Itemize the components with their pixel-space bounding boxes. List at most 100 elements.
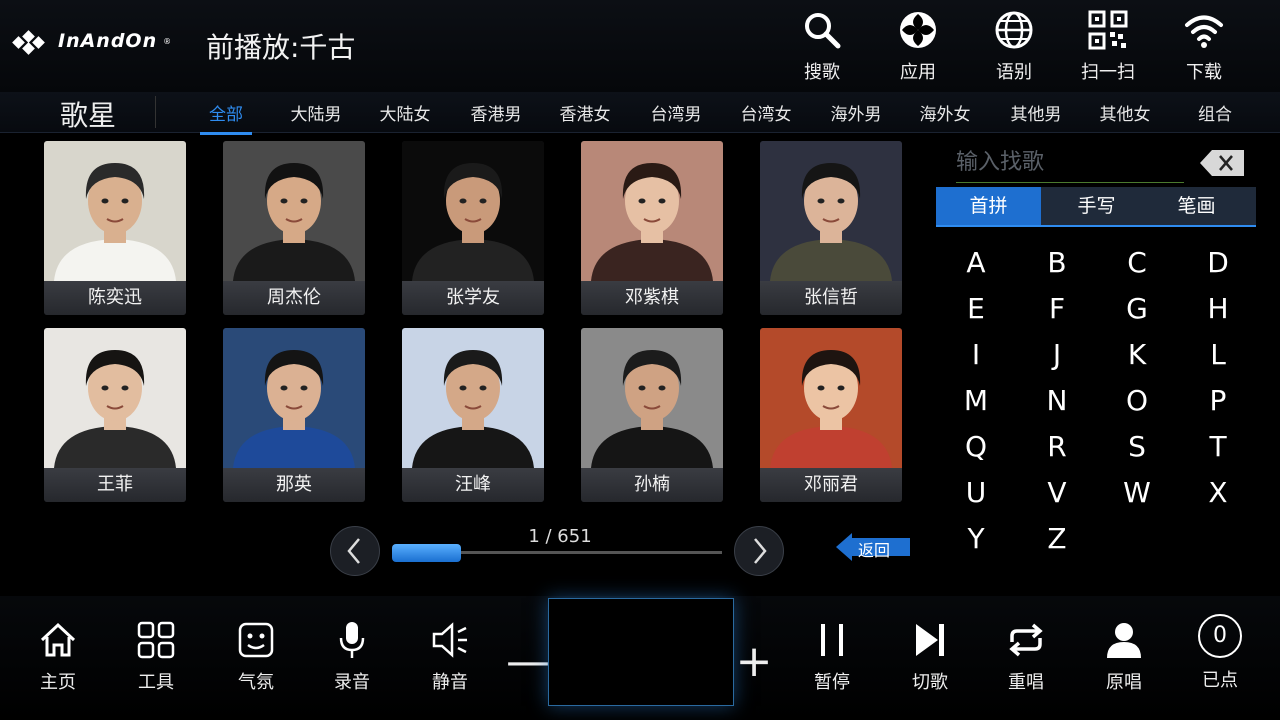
scan-label: 扫一扫 [1081,62,1135,83]
search-input[interactable] [956,146,1176,179]
next-song-button[interactable]: 切歌 [900,620,960,694]
tab-pinyin-initials[interactable]: 首拼 [936,187,1041,225]
original-vocal-button[interactable]: 原唱 [1094,620,1154,694]
letter-key[interactable]: K [1117,338,1157,371]
singer-card[interactable]: 邓丽君 [760,328,902,502]
singer-card[interactable]: 那英 [223,328,365,502]
home-button[interactable]: 主页 [28,620,88,694]
tab-handwriting[interactable]: 手写 [1044,187,1149,225]
singer-card[interactable]: 陈奕迅 [44,141,186,315]
pause-label: 暂停 [814,672,850,693]
download-button[interactable]: 下载 [1164,10,1244,84]
tab-other-male[interactable]: 其他男 [996,100,1076,125]
page-progress-thumb[interactable] [392,544,461,562]
letter-key[interactable]: T [1198,430,1238,463]
back-button[interactable]: 返回 [836,532,910,562]
tab-overseas-female[interactable]: 海外女 [905,100,985,125]
singer-card[interactable]: 孙楠 [581,328,723,502]
letter-key[interactable]: S [1117,430,1157,463]
tools-button[interactable]: 工具 [126,620,186,694]
letter-key[interactable]: A [956,246,996,279]
tab-strokes[interactable]: 笔画 [1144,187,1249,225]
singer-card[interactable]: 周杰伦 [223,141,365,315]
video-preview[interactable] [548,598,734,706]
letter-key[interactable]: H [1198,292,1238,325]
microphone-icon [339,622,365,658]
replay-button[interactable]: 重唱 [996,620,1056,694]
letter-key[interactable]: Y [956,522,996,555]
tab-mainland-female[interactable]: 大陆女 [365,100,445,125]
letter-key[interactable]: V [1037,476,1077,509]
singer-photo [581,328,723,468]
selected-songs-button[interactable]: 0 已点 [1190,614,1250,692]
selected-songs-label: 已点 [1202,670,1238,691]
singer-card[interactable]: 邓紫棋 [581,141,723,315]
scan-button[interactable]: 扫一扫 [1068,10,1148,84]
letter-key[interactable]: O [1117,384,1157,417]
record-label: 录音 [334,672,370,693]
singer-photo [44,141,186,281]
singer-name: 王菲 [44,468,186,502]
apps-button[interactable]: 应用 [878,10,958,84]
search-song-button[interactable]: 搜歌 [782,10,862,84]
letter-key[interactable]: W [1117,476,1157,509]
tab-taiwan-female[interactable]: 台湾女 [726,100,806,125]
backspace-icon [1200,150,1244,176]
next-track-icon [916,624,944,656]
singer-icon [1107,623,1141,658]
singer-name: 陈奕迅 [44,281,186,315]
letter-key[interactable]: J [1037,338,1077,371]
logo-mark-icon [12,30,52,55]
home-icon [40,622,76,657]
letter-key[interactable]: Q [956,430,996,463]
volume-up-button[interactable]: + [734,640,774,690]
next-page-button[interactable] [734,526,784,576]
qr-code-icon [1088,10,1128,50]
tab-overseas-male[interactable]: 海外男 [816,100,896,125]
wifi-icon [1185,15,1223,48]
replay-label: 重唱 [1008,672,1044,693]
letter-key[interactable]: L [1198,338,1238,371]
pause-button[interactable]: 暂停 [802,620,862,694]
letter-key[interactable]: I [956,338,996,371]
apps-label: 应用 [900,62,936,83]
globe-icon [995,11,1033,49]
volume-down-button[interactable]: — [506,640,550,690]
mute-button[interactable]: 静音 [420,620,480,694]
letter-key[interactable]: X [1198,476,1238,509]
singer-card[interactable]: 张信哲 [760,141,902,315]
tab-other-female[interactable]: 其他女 [1085,100,1165,125]
page-indicator: 1 / 651 [528,526,592,547]
letter-key[interactable]: C [1117,246,1157,279]
letter-key[interactable]: F [1037,292,1077,325]
letter-key[interactable]: B [1037,246,1077,279]
singer-card[interactable]: 汪峰 [402,328,544,502]
letter-key[interactable]: U [956,476,996,509]
tab-taiwan-male[interactable]: 台湾男 [636,100,716,125]
mute-icon [432,622,467,658]
singer-photo [223,328,365,468]
record-button[interactable]: 录音 [322,620,382,694]
letter-key[interactable]: P [1198,384,1238,417]
singer-card[interactable]: 张学友 [402,141,544,315]
letter-key[interactable]: D [1198,246,1238,279]
letter-key[interactable]: Z [1037,522,1077,555]
letter-key[interactable]: N [1037,384,1077,417]
letter-key[interactable]: G [1117,292,1157,325]
letter-key[interactable]: E [956,292,996,325]
singer-card[interactable]: 王菲 [44,328,186,502]
tab-hongkong-female[interactable]: 香港女 [545,100,625,125]
tab-all[interactable]: 全部 [186,100,266,135]
apps-icon [900,12,936,48]
tab-groups[interactable]: 组合 [1175,100,1255,125]
singer-photo [760,141,902,281]
singer-name: 邓紫棋 [581,281,723,315]
language-button[interactable]: 语别 [974,10,1054,84]
tab-hongkong-male[interactable]: 香港男 [456,100,536,125]
letter-key[interactable]: M [956,384,996,417]
backspace-button[interactable] [1200,150,1244,176]
tab-mainland-male[interactable]: 大陆男 [276,100,356,125]
previous-page-button[interactable] [330,526,380,576]
letter-key[interactable]: R [1037,430,1077,463]
atmosphere-button[interactable]: 气氛 [226,620,286,694]
